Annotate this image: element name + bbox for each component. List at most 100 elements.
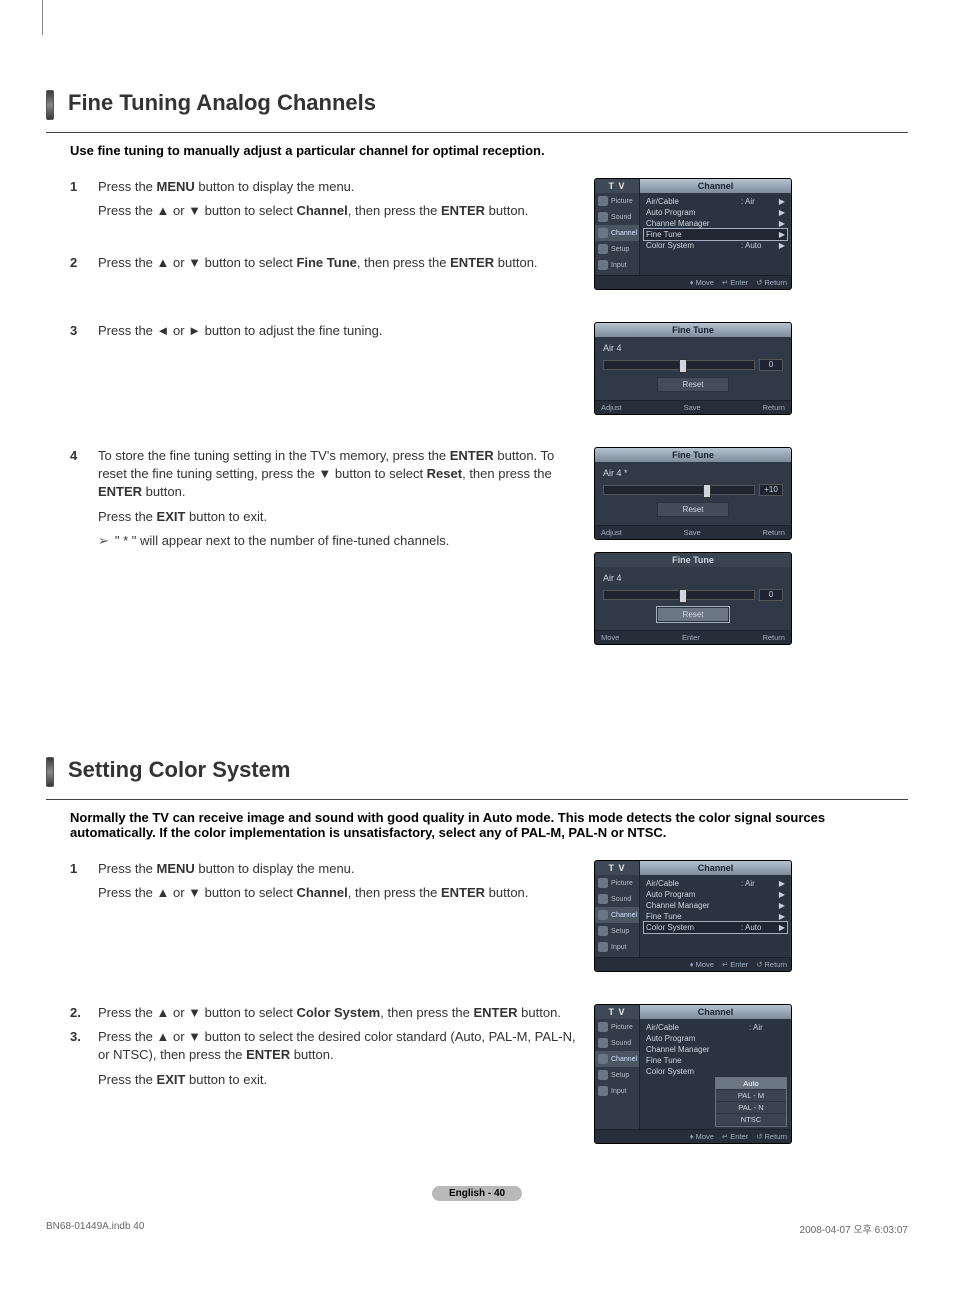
step-3: 3 Press the ◄ or ► button to adjust the … bbox=[70, 322, 586, 346]
l: Color System bbox=[646, 241, 741, 250]
chevron-right-icon: ▶ bbox=[777, 230, 785, 239]
osd-category: Channel bbox=[640, 1005, 791, 1019]
chevron-right-icon: ▶ bbox=[777, 901, 785, 910]
hint-return: Return bbox=[756, 278, 787, 287]
slider-track bbox=[603, 360, 755, 370]
section-bar-icon bbox=[46, 90, 54, 120]
l: Setup bbox=[611, 246, 629, 253]
slider-value: 0 bbox=[759, 589, 783, 601]
step-body: To store the fine tuning setting in the … bbox=[98, 447, 586, 532]
l: Auto Program bbox=[646, 1034, 785, 1043]
step-body: Press the MENU button to display the men… bbox=[98, 178, 586, 226]
slider-thumb bbox=[679, 359, 687, 373]
source-file: BN68-01449A.indb 40 bbox=[46, 1221, 144, 1236]
hint-move: Move bbox=[601, 633, 619, 642]
t: button. bbox=[142, 484, 185, 499]
option-auto: Auto bbox=[716, 1078, 786, 1090]
step-1: 1 Press the MENU button to display the m… bbox=[70, 178, 586, 226]
hint-adjust: Adjust bbox=[601, 528, 622, 537]
t: To store the fine tuning setting in the … bbox=[98, 448, 450, 463]
chevron-right-icon: ▶ bbox=[777, 197, 785, 206]
step-number: 1 bbox=[70, 178, 98, 226]
step-body: Press the ▲ or ▼ button to select Color … bbox=[98, 1004, 586, 1028]
step-body: Press the ▲ or ▼ button to select Fine T… bbox=[98, 254, 586, 278]
slider-thumb bbox=[679, 589, 687, 603]
t: EXIT bbox=[157, 1072, 186, 1087]
sound-icon bbox=[598, 894, 608, 904]
l: Air/Cable bbox=[646, 1023, 749, 1032]
section-bar-icon bbox=[46, 757, 54, 787]
slider-value: +10 bbox=[759, 484, 783, 496]
osd-finetune-panel: Fine Tune Air 4 * +10 Reset Adjust Save … bbox=[594, 447, 792, 540]
t: Color System bbox=[296, 1005, 380, 1020]
divider bbox=[46, 132, 908, 133]
t: MENU bbox=[157, 179, 195, 194]
page-number: English - 40 bbox=[432, 1186, 522, 1201]
t: Press the ▲ or ▼ button to select the de… bbox=[98, 1029, 576, 1062]
t: button. bbox=[494, 255, 537, 270]
t: button to display the menu. bbox=[195, 861, 355, 876]
option-paln: PAL - N bbox=[716, 1102, 786, 1114]
setup-icon bbox=[598, 1070, 608, 1080]
t: button to exit. bbox=[185, 1072, 267, 1087]
t: Press the bbox=[98, 179, 157, 194]
osd-main: Air/Cable: Air▶ Auto Program▶ Channel Ma… bbox=[640, 875, 791, 957]
footer-meta: BN68-01449A.indb 40 2008-04-07 오후 6:03:0… bbox=[46, 1211, 908, 1256]
hint-return: Return bbox=[762, 528, 785, 537]
l: Channel bbox=[611, 912, 637, 919]
t: Press the ▲ or ▼ button to select bbox=[98, 1005, 296, 1020]
dropdown-popup: Auto PAL - M PAL - N NTSC bbox=[715, 1077, 787, 1127]
v: : Air bbox=[741, 197, 777, 206]
step-number: 2. bbox=[70, 1004, 98, 1028]
chevron-right-icon: ▶ bbox=[777, 912, 785, 921]
t: button. bbox=[290, 1047, 333, 1062]
step-number: 1 bbox=[70, 860, 98, 908]
v: : Auto bbox=[741, 923, 777, 932]
input-icon bbox=[598, 260, 608, 270]
l: Air/Cable bbox=[646, 197, 741, 206]
osd-tv-label: T V bbox=[595, 861, 640, 875]
chevron-right-icon: ▶ bbox=[777, 879, 785, 888]
hint-return: Return bbox=[756, 960, 787, 969]
l: Channel Manager bbox=[646, 901, 741, 910]
osd-tv-label: T V bbox=[595, 1005, 640, 1019]
osd-finetune-panel: Fine Tune Air 4 0 Reset Adjust Save Retu… bbox=[594, 322, 792, 415]
t: Channel bbox=[296, 203, 347, 218]
osd-sidebar: Picture Sound Channel Setup Input bbox=[595, 875, 640, 957]
hint-move: Move bbox=[690, 1132, 714, 1141]
section-intro: Normally the TV can receive image and so… bbox=[70, 810, 908, 840]
slider-value: 0 bbox=[759, 359, 783, 371]
picture-icon bbox=[598, 196, 608, 206]
step-body: Press the ◄ or ► button to adjust the fi… bbox=[98, 322, 586, 346]
t: ENTER bbox=[441, 203, 485, 218]
chevron-right-icon: ▶ bbox=[777, 890, 785, 899]
t: ENTER bbox=[450, 255, 494, 270]
t: " * " will appear next to the number of … bbox=[115, 533, 449, 548]
panel-title: Fine Tune bbox=[595, 448, 791, 462]
panel-footer: Adjust Save Return bbox=[595, 400, 791, 414]
step-3: 3. Press the ▲ or ▼ button to select the… bbox=[70, 1028, 586, 1095]
l: Setup bbox=[611, 1072, 629, 1079]
t: , then press the bbox=[357, 255, 450, 270]
panel-footer: Move Enter Return bbox=[595, 630, 791, 644]
reset-button: Reset bbox=[657, 502, 729, 517]
osd-footer: Move Enter Return bbox=[595, 957, 791, 971]
t: Press the ▲ or ▼ button to select bbox=[98, 255, 296, 270]
osd-category: Channel bbox=[640, 861, 791, 875]
t: Press the ▲ or ▼ button to select bbox=[98, 203, 296, 218]
channel-label: Air 4 * bbox=[603, 468, 783, 478]
t: ENTER bbox=[450, 448, 494, 463]
t: , then press the bbox=[348, 203, 441, 218]
osd-channel-menu: T V Channel Picture Sound Channel Setup … bbox=[594, 1004, 792, 1144]
channel-icon bbox=[598, 1054, 608, 1064]
input-icon bbox=[598, 942, 608, 952]
l: Sound bbox=[611, 896, 631, 903]
t: Reset bbox=[427, 466, 462, 481]
panel-footer: Adjust Save Return bbox=[595, 525, 791, 539]
slider-track bbox=[603, 485, 755, 495]
l: Picture bbox=[611, 198, 633, 205]
option-ntsc: NTSC bbox=[716, 1114, 786, 1126]
t: Press the ◄ or ► button to adjust the fi… bbox=[98, 323, 382, 338]
t: MENU bbox=[157, 861, 195, 876]
t: ENTER bbox=[246, 1047, 290, 1062]
